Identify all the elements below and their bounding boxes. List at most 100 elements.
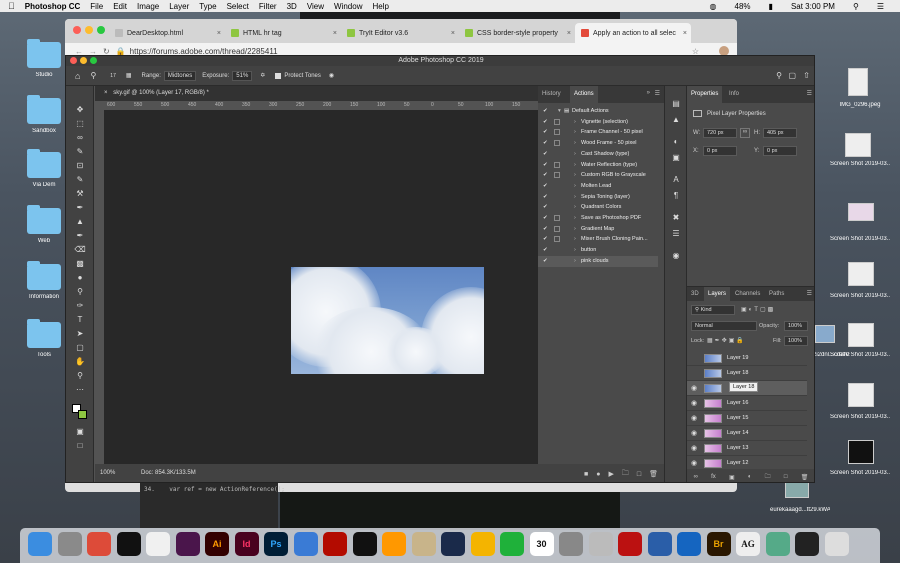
close-icon[interactable]: × bbox=[683, 30, 687, 37]
expand-icon[interactable]: › bbox=[574, 181, 576, 192]
layer-filter-icons[interactable]: ▣◐T▢▩ bbox=[741, 306, 775, 313]
y-input[interactable]: 0 px bbox=[763, 146, 797, 156]
menu-image[interactable]: Image bbox=[137, 2, 159, 11]
canvas-area[interactable] bbox=[104, 110, 538, 462]
link-icon[interactable]: ∞ bbox=[740, 128, 750, 138]
expand-icon[interactable]: › bbox=[574, 256, 576, 267]
battery-percent[interactable]: 48% bbox=[735, 2, 751, 11]
action-row[interactable]: ✔ › Vignette (selection) bbox=[538, 117, 658, 128]
layer-row[interactable]: ◉ Layer 15 bbox=[687, 411, 807, 426]
terminal-icon[interactable] bbox=[795, 532, 819, 556]
crop-tool-icon[interactable]: ⊡ bbox=[74, 160, 86, 171]
filezilla-icon[interactable] bbox=[618, 532, 642, 556]
airbrush-icon[interactable]: ✡ bbox=[260, 72, 265, 79]
zoom-tool-icon[interactable]: ⚲ bbox=[74, 370, 86, 381]
workspace-icon[interactable]: ▢ bbox=[788, 71, 796, 80]
visibility-eye-icon[interactable]: ◉ bbox=[691, 444, 697, 452]
dodge-tool-icon[interactable]: ⚲ bbox=[90, 71, 96, 80]
bridge-icon[interactable]: Br bbox=[706, 532, 731, 556]
check-icon[interactable]: ✔ bbox=[543, 256, 548, 267]
styles-icon[interactable]: ▣ bbox=[670, 152, 682, 163]
file-thumbnail[interactable] bbox=[815, 325, 835, 343]
document-size[interactable]: Doc: 854.3K/133.5M bbox=[141, 470, 196, 476]
healing-tool-icon[interactable]: ⚒ bbox=[74, 188, 86, 199]
fontbook-icon[interactable] bbox=[411, 532, 436, 556]
eraser-tool-icon[interactable]: ⌫ bbox=[74, 244, 86, 255]
dodge-tool-icon[interactable]: ⚲ bbox=[74, 286, 86, 297]
preview-icon[interactable] bbox=[765, 532, 790, 556]
layer-name[interactable]: Layer 12 bbox=[727, 460, 748, 466]
close-icon[interactable]: × bbox=[333, 30, 337, 37]
minimize-window-button[interactable] bbox=[85, 26, 93, 34]
browser-tab-active[interactable]: Apply an action to all selec × bbox=[575, 23, 691, 43]
dialog-toggle-icon[interactable] bbox=[554, 225, 560, 232]
layer-name[interactable]: Layer 16 bbox=[727, 400, 748, 406]
layer-name[interactable]: Layer 15 bbox=[727, 415, 748, 421]
check-icon[interactable]: ✔ bbox=[543, 127, 548, 138]
action-row[interactable]: ✔ › button bbox=[538, 245, 658, 256]
check-icon[interactable]: ✔ bbox=[543, 245, 548, 256]
panel-menu-icon[interactable]: ☰ bbox=[807, 90, 812, 97]
pen-tool-icon[interactable]: ✑ bbox=[74, 300, 86, 311]
dialog-toggle-icon[interactable] bbox=[554, 129, 560, 136]
menu-layer[interactable]: Layer bbox=[169, 2, 189, 11]
file-thumbnail[interactable] bbox=[848, 383, 874, 407]
zoom-window-button[interactable] bbox=[97, 26, 105, 34]
visibility-eye-icon[interactable]: ◉ bbox=[691, 384, 697, 392]
opacity-input[interactable]: 100% bbox=[784, 321, 808, 331]
notes-icon[interactable] bbox=[146, 532, 170, 556]
file-thumbnail[interactable] bbox=[848, 68, 868, 96]
tab-actions[interactable]: Actions bbox=[570, 86, 598, 103]
photos-icon[interactable] bbox=[470, 532, 495, 556]
menu-clock[interactable]: Sat 3:00 PM bbox=[791, 2, 835, 11]
search-icon[interactable]: ⚲ bbox=[853, 2, 859, 11]
lock-icons[interactable]: ▦✒✥▣🔒 bbox=[707, 337, 746, 344]
tab-channels[interactable]: Channels bbox=[731, 287, 764, 301]
dialog-toggle-icon[interactable] bbox=[554, 161, 560, 168]
panel-menu-icon[interactable]: ☰ bbox=[655, 90, 660, 97]
expand-icon[interactable]: › bbox=[574, 170, 576, 181]
folder-icon[interactable] bbox=[27, 261, 61, 290]
trash-icon[interactable]: 🗑 bbox=[801, 474, 809, 481]
minimize-window-button[interactable] bbox=[80, 57, 87, 64]
history-brush-tool-icon[interactable]: ✒ bbox=[74, 230, 86, 241]
action-row[interactable]: ✔ › Quadrant Colors bbox=[538, 202, 658, 213]
layer-name[interactable]: Layer 18 bbox=[727, 370, 748, 376]
brush-size-value[interactable]: 17 bbox=[110, 73, 116, 79]
slack-icon[interactable] bbox=[175, 532, 200, 556]
finder-icon[interactable] bbox=[28, 532, 52, 556]
layer-thumbnail[interactable] bbox=[704, 444, 722, 453]
add-mask-icon[interactable]: ▣ bbox=[729, 474, 735, 481]
marquee-tool-icon[interactable]: ⬚ bbox=[74, 118, 86, 129]
quick-mask-icon[interactable]: ▣ bbox=[74, 426, 86, 437]
layer-thumbnail[interactable] bbox=[704, 459, 722, 468]
action-row[interactable]: ✔ › Cast Shadow (type) bbox=[538, 149, 658, 160]
action-row[interactable]: ✔ › Save as Photoshop PDF bbox=[538, 213, 658, 224]
more-tools-icon[interactable]: ⋯ bbox=[74, 384, 86, 395]
expand-icon[interactable]: › bbox=[574, 234, 576, 245]
range-select[interactable]: Midtones bbox=[163, 70, 197, 81]
expand-icon[interactable]: › bbox=[574, 213, 576, 224]
action-row[interactable]: ✔ › Molten Lead bbox=[538, 181, 658, 192]
expand-icon[interactable]: › bbox=[574, 127, 576, 138]
indesign-icon[interactable]: Id bbox=[234, 532, 259, 556]
lasso-tool-icon[interactable]: ∞ bbox=[74, 132, 86, 143]
play-icon[interactable]: ▶ bbox=[608, 470, 613, 478]
expand-icon[interactable]: › bbox=[574, 224, 576, 235]
tab-3d[interactable]: 3D bbox=[687, 287, 703, 301]
wifi-icon[interactable]: ◍ bbox=[710, 2, 717, 11]
vpn-icon[interactable] bbox=[677, 532, 701, 556]
character-icon[interactable]: A bbox=[670, 174, 682, 185]
link-layers-icon[interactable]: ∞ bbox=[694, 474, 698, 480]
action-row[interactable]: ✔ › Wood Frame - 50 pixel bbox=[538, 138, 658, 149]
blur-tool-icon[interactable]: ● bbox=[74, 272, 86, 283]
action-row[interactable]: ✔ › Water Reflection (type) bbox=[538, 160, 658, 171]
check-icon[interactable]: ✔ bbox=[543, 160, 548, 171]
calendar-icon[interactable]: 30 bbox=[529, 532, 554, 556]
action-row[interactable]: ✔ › Gradient Map bbox=[538, 224, 658, 235]
stop-icon[interactable]: ■ bbox=[584, 471, 588, 478]
trash-icon[interactable]: 🗑 bbox=[649, 470, 658, 478]
visibility-eye-icon[interactable]: ◉ bbox=[691, 429, 697, 437]
battery-icon[interactable]: ▮ bbox=[769, 2, 773, 11]
tab-info[interactable]: Info bbox=[725, 86, 743, 103]
